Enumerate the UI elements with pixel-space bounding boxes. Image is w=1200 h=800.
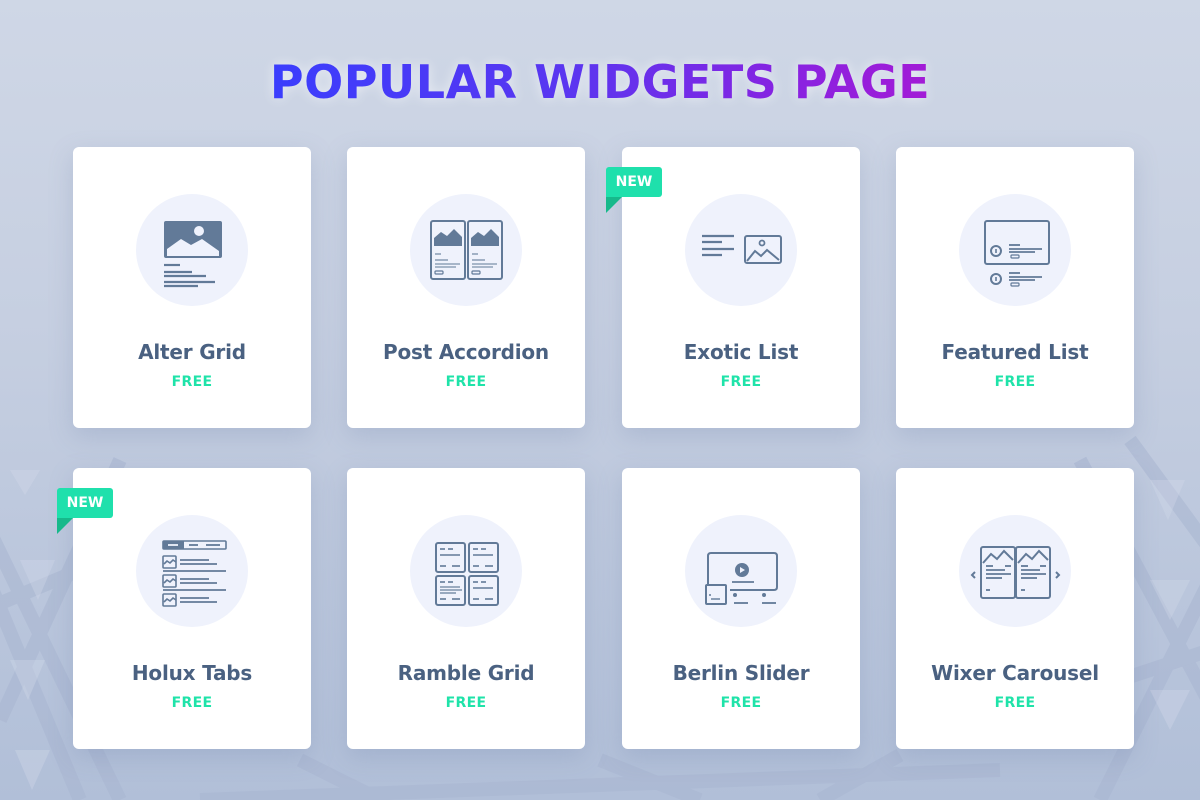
widget-price: FREE — [720, 695, 762, 711]
widget-card-berlin-slider[interactable]: Berlin Slider FREE — [622, 468, 860, 749]
icon-circle — [959, 515, 1071, 627]
widget-price: FREE — [171, 695, 213, 711]
new-badge: NEW — [606, 167, 662, 197]
widget-name: Berlin Slider — [672, 661, 810, 685]
page-title: POPULAR WIDGETS PAGE — [269, 55, 931, 109]
widget-card-wixer-carousel[interactable]: Wixer Carousel FREE — [896, 468, 1134, 749]
widget-name: Holux Tabs — [131, 661, 253, 685]
icon-circle — [685, 194, 797, 306]
widget-card-featured-list[interactable]: Featured List FREE — [896, 147, 1134, 428]
widget-card-holux-tabs[interactable]: NEW Holux Tabs FREE — [57, 468, 311, 749]
widget-name: Ramble Grid — [397, 661, 535, 685]
icon-circle — [410, 515, 522, 627]
video-slider-icon — [705, 552, 778, 605]
widget-card-exotic-list[interactable]: NEW Exotic List FREE — [606, 147, 860, 428]
widget-card-alter-grid[interactable]: Alter Grid FREE — [73, 147, 311, 428]
widget-name: Post Accordion — [383, 340, 549, 364]
widget-name: Featured List — [941, 340, 1089, 364]
widget-price: FREE — [171, 374, 213, 390]
widget-card-post-accordion[interactable]: Post Accordion FREE — [347, 147, 585, 428]
widget-name: Alter Grid — [138, 340, 246, 364]
new-badge: NEW — [57, 488, 113, 518]
widget-price: FREE — [445, 374, 487, 390]
badge-fold — [606, 197, 622, 213]
widget-price: FREE — [720, 374, 762, 390]
icon-circle — [959, 194, 1071, 306]
widget-card-ramble-grid[interactable]: Ramble Grid FREE — [347, 468, 585, 749]
badge-fold — [57, 518, 73, 534]
icon-circle — [136, 194, 248, 306]
grid-icon — [435, 542, 499, 606]
accordion-cards-icon — [430, 220, 503, 280]
widget-name: Wixer Carousel — [931, 661, 1099, 685]
icon-circle — [685, 515, 797, 627]
text-image-list-icon — [702, 234, 782, 264]
image-post-icon — [164, 221, 222, 288]
widget-name: Exotic List — [683, 340, 799, 364]
tabs-list-icon — [162, 540, 227, 607]
featured-list-icon — [984, 220, 1050, 287]
widget-price: FREE — [994, 695, 1036, 711]
widget-price: FREE — [994, 374, 1036, 390]
icon-circle — [136, 515, 248, 627]
carousel-icon — [970, 546, 1061, 599]
icon-circle — [410, 194, 522, 306]
widget-price: FREE — [445, 695, 487, 711]
